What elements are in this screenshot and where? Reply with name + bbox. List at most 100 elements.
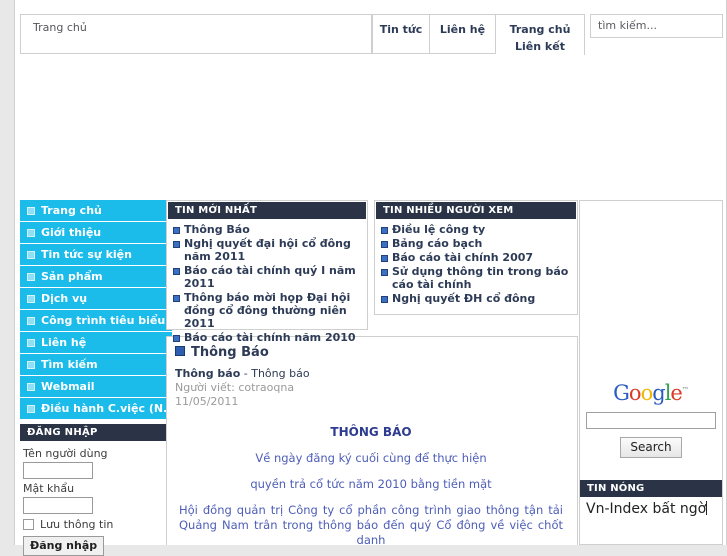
main-content: TIN MỚI NHẤT Thông Báo Nghị quyết đại hộ… [166,200,578,545]
square-bullet-icon [27,272,35,281]
panel-popular-header: TIN NHIỀU NGƯỜI XEM [376,202,576,219]
search-input[interactable]: tìm kiếm... [590,14,723,38]
article-body-subtitle-2: quyền trả cổ tức năm 2010 bằng tiền mặt [250,477,492,491]
google-logo-o2: o [640,381,654,405]
sidebar-item-label: Giới thiệu [41,226,102,239]
article-body-title: THÔNG BÁO [330,425,412,439]
news-panels-row: TIN MỚI NHẤT Thông Báo Nghị quyết đại hộ… [166,200,578,344]
article-title-row: Thông Báo [175,345,567,360]
top-bar: Trang chủ Tin tức Liên hệ Trang chủ Liên… [15,14,727,59]
panel-latest-header: TIN MỚI NHẤT [168,202,366,219]
google-logo-e: e [670,381,682,405]
list-item[interactable]: Điều lệ công ty [381,223,573,236]
sidebar-item-label: Điều hành C.việc (N.bộ) [41,402,172,415]
square-bullet-icon [27,206,35,215]
username-label: Tên người dùng [23,447,108,460]
topnav-column-lienhe: Liên hệ [430,14,496,54]
sidebar: Trang chủ Giới thiệu Tin tức sự kiện Sản… [20,200,172,556]
sidebar-item-webmail[interactable]: Webmail [20,376,172,397]
remember-me-row[interactable]: Lưu thông tin [23,518,169,531]
square-bullet-icon [27,294,35,303]
square-bullet-icon [27,250,35,259]
google-logo-o1: o [628,381,642,405]
list-item[interactable]: Nghị quyết đại hội cổ đông năm 2011 [173,237,363,263]
sidebar-item-label: Dịch vụ [41,292,88,305]
page-title: Thông Báo [191,345,269,360]
panel-most-viewed: TIN NHIỀU NGƯỜI XEM Điều lệ công ty Bảng… [374,200,578,315]
topnav-link-lienket[interactable]: Liên kết [515,38,565,55]
square-bullet-icon [27,404,35,413]
list-item[interactable]: Thông báo mời họp Đại hội đồng cổ đông t… [173,291,363,330]
article-category: Thông báo - Thông báo [175,367,567,381]
topnav-link-tintuc[interactable]: Tin tức [380,21,423,38]
breadcrumb-text[interactable]: Trang chủ [33,21,87,34]
list-item[interactable]: Nghị quyết ĐH cổ đông [381,292,573,305]
google-logo-g1: G [613,381,630,405]
list-item[interactable]: Báo cáo tài chính năm 2010 [173,331,363,344]
sidebar-item-lien-he[interactable]: Liên hệ [20,332,172,353]
list-item[interactable]: Báo cáo tài chính 2007 [381,251,573,264]
remember-me-checkbox[interactable] [23,519,34,530]
panel-latest-news: TIN MỚI NHẤT Thông Báo Nghị quyết đại hộ… [166,200,368,344]
list-item[interactable]: Bảng cáo bạch [381,237,573,250]
banner-area [20,55,723,195]
sidebar-item-dieu-hanh-cong-viec[interactable]: Điều hành C.việc (N.bộ) [20,398,172,419]
sidebar-item-cong-trinh-tieu-bieu[interactable]: Công trình tiêu biểu [20,310,172,331]
article-body-subtitle-1: Về ngày đăng ký cuối cùng để thực hiện [255,451,487,465]
article-body-paragraph: Hội đồng quản trị Công ty cổ phần công t… [179,503,563,545]
hot-news-header: TIN NÓNG [580,480,722,497]
article-date: 11/05/2011 [175,395,239,408]
google-search-input[interactable] [586,412,716,429]
sidebar-item-label: Webmail [41,380,95,393]
article-category-secondary: - Thông báo [240,367,310,380]
username-field[interactable] [23,462,93,479]
panel-popular-list: Điều lệ công ty Bảng cáo bạch Báo cáo tà… [375,223,577,305]
topnav-column-trangchu: Trang chủ Liên kết [496,14,585,59]
panel-latest-list: Thông Báo Nghị quyết đại hội cổ đông năm… [167,223,367,344]
remember-me-label: Lưu thông tin [40,518,114,531]
right-sidebar: Google™ Search TIN NÓNG Vn-Index bất ngờ [579,200,723,545]
article-author: Người viết: cotraoqna [175,381,295,394]
square-bullet-icon [175,346,185,356]
sidebar-item-label: Công trình tiêu biểu [41,314,166,327]
sidebar-item-tim-kiem[interactable]: Tìm kiếm [20,354,172,375]
sidebar-item-label: Tin tức sự kiện [41,248,132,261]
google-search-widget: Google™ Search [580,379,722,458]
sidebar-item-dich-vu[interactable]: Dịch vụ [20,288,172,309]
page-container: Trang chủ Tin tức Liên hệ Trang chủ Liên… [14,0,727,556]
article-category-primary[interactable]: Thông báo [175,367,240,380]
google-logo-g2: g [652,381,665,405]
list-item[interactable]: Báo cáo tài chính quý I năm 2011 [173,264,363,290]
topnav-link-lienhe[interactable]: Liên hệ [440,21,485,38]
login-box: ĐĂNG NHẬP Tên người dùng Mật khẩu Lưu th… [20,424,172,556]
hot-news-ticker[interactable]: Vn-Index bất ngờ [580,501,722,517]
google-logo-tm: ™ [681,386,689,394]
sidebar-item-trang-chu[interactable]: Trang chủ [20,200,172,221]
article: Thông Báo Thông báo - Thông báo Người vi… [166,336,578,545]
sidebar-item-label: Liên hệ [41,336,87,349]
password-field[interactable] [23,497,93,514]
login-form: Tên người dùng Mật khẩu Lưu thông tin Đă… [20,441,172,556]
sidebar-item-gioi-thieu[interactable]: Giới thiệu [20,222,172,243]
list-item[interactable]: Sử dụng thông tin trong báo cáo tài chín… [381,265,573,291]
topnav-link-trangchu[interactable]: Trang chủ [510,21,571,38]
breadcrumb: Trang chủ [20,14,372,54]
square-bullet-icon [27,316,35,325]
top-navigation: Tin tức Liên hệ Trang chủ Liên kết [372,14,585,59]
list-item[interactable]: Thông Báo [173,223,363,236]
square-bullet-icon [27,228,35,237]
square-bullet-icon [27,360,35,369]
google-search-button[interactable]: Search [620,437,682,458]
square-bullet-icon [27,382,35,391]
sidebar-item-san-pham[interactable]: Sản phẩm [20,266,172,287]
google-logo-icon: Google™ [580,379,722,404]
login-button[interactable]: Đăng nhập [23,536,105,556]
square-bullet-icon [27,338,35,347]
sidebar-item-label: Sản phẩm [41,270,103,283]
login-box-header: ĐĂNG NHẬP [20,424,172,441]
hot-news-text: Vn-Index bất ngờ [586,501,707,517]
article-body: THÔNG BÁO Về ngày đăng ký cuối cùng để t… [175,425,567,545]
topnav-column-tintuc: Tin tức [372,14,430,54]
sidebar-item-tin-tuc-su-kien[interactable]: Tin tức sự kiện [20,244,172,265]
sidebar-item-label: Tìm kiếm [41,358,98,371]
